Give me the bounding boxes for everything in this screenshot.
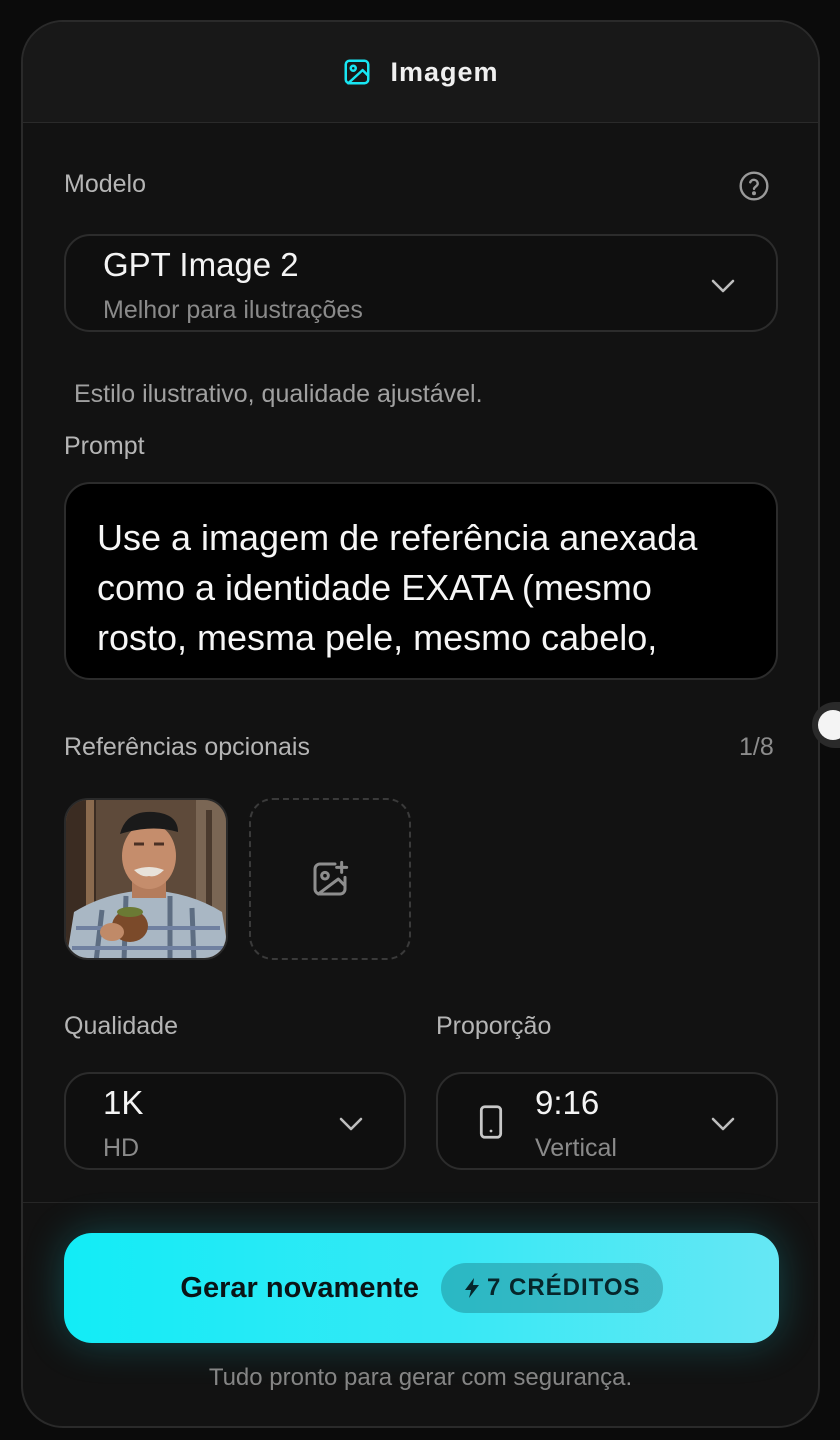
prompt-text: Use a imagem de referência anexada como … (97, 517, 698, 678)
image-generation-panel: Imagem Modelo GPT Image 2 Melhor para il… (21, 20, 820, 1428)
toggle-knob (818, 710, 840, 740)
chevron-down-icon (711, 279, 735, 293)
prompt-textarea[interactable]: Use a imagem de referência anexada como … (64, 482, 778, 680)
add-reference-button[interactable] (249, 798, 411, 960)
quality-select[interactable]: 1K HD (64, 1072, 406, 1170)
add-image-icon (313, 860, 349, 896)
generate-label: Gerar novamente (180, 1271, 419, 1304)
model-select[interactable]: GPT Image 2 Melhor para ilustrações (64, 234, 778, 332)
reference-photo (66, 800, 226, 958)
panel-header: Imagem (23, 22, 818, 123)
credits-badge: 7 CRÉDITOS (440, 1263, 663, 1313)
model-hint: Estilo ilustrativo, qualidade ajustável. (74, 380, 483, 408)
aspect-sub: Vertical (535, 1134, 617, 1162)
lightning-icon (464, 1278, 479, 1298)
model-description: Melhor para ilustrações (103, 296, 363, 324)
references-label: Referências opcionais (64, 733, 310, 761)
image-icon (344, 59, 370, 85)
reference-image-thumbnail[interactable] (64, 798, 228, 960)
model-label: Modelo (64, 170, 146, 198)
aspect-value: 9:16 (535, 1084, 600, 1121)
aspect-label: Proporção (436, 1012, 552, 1040)
aspect-select[interactable]: 9:16 Vertical (436, 1072, 778, 1170)
panel-title: Imagem (390, 56, 499, 87)
divider (23, 1202, 818, 1203)
chevron-down-icon (711, 1117, 735, 1131)
help-icon[interactable] (738, 170, 770, 202)
quality-value: 1K (103, 1084, 144, 1121)
model-name: GPT Image 2 (103, 246, 299, 283)
status-note: Tudo pronto para gerar com segurança. (208, 1364, 633, 1391)
credits-text: 7 CRÉDITOS (486, 1274, 641, 1301)
phone-portrait-icon (479, 1105, 503, 1139)
references-counter: 1/8 (739, 733, 774, 761)
quality-label: Qualidade (64, 1012, 178, 1040)
prompt-label: Prompt (64, 432, 145, 460)
quality-sub: HD (103, 1134, 140, 1162)
generate-button[interactable]: Gerar novamente 7 CRÉDITOS (64, 1233, 779, 1343)
chevron-down-icon (339, 1117, 363, 1131)
